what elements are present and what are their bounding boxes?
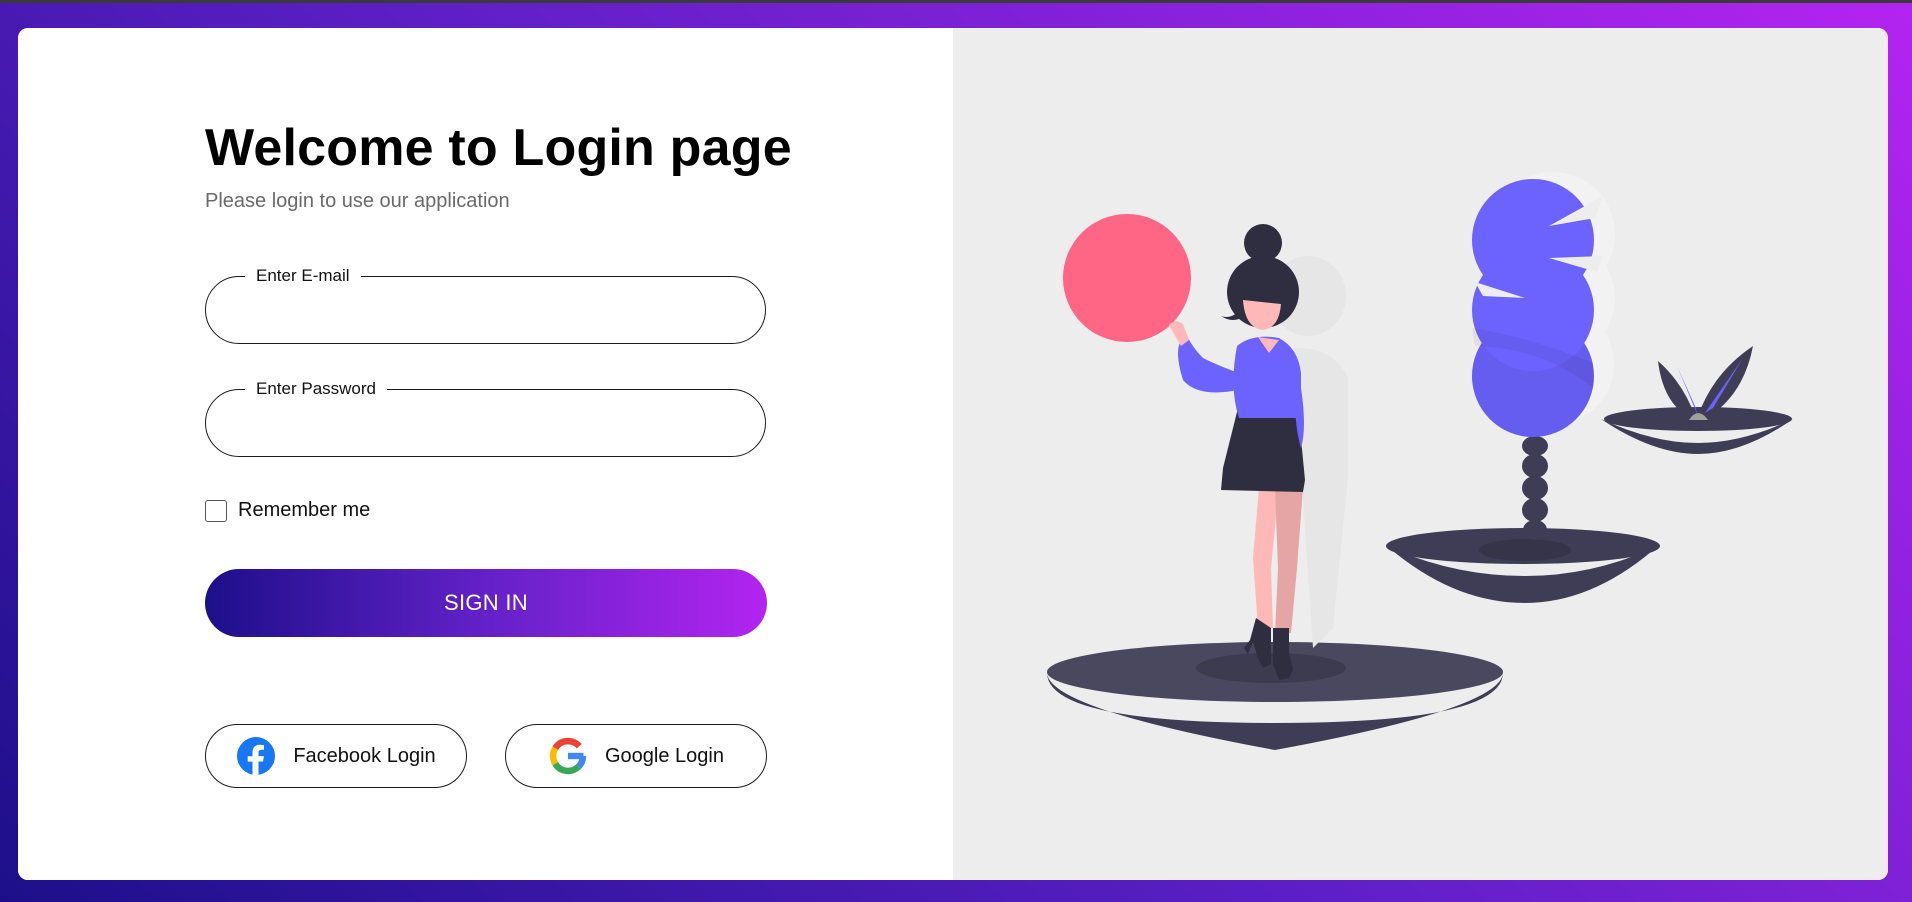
tree-trunk-icon <box>1522 436 1548 540</box>
google-login-label: Google Login <box>605 744 724 767</box>
facebook-login-label: Facebook Login <box>293 744 436 767</box>
remember-me[interactable]: Remember me <box>205 499 370 522</box>
email-input[interactable] <box>235 290 736 328</box>
email-field-label: Enter E-mail <box>256 266 350 285</box>
google-login-button[interactable]: Google Login <box>505 724 767 788</box>
woman-holding-ball-illustration <box>1046 172 1793 750</box>
facebook-icon <box>236 736 276 776</box>
password-input[interactable] <box>235 403 736 441</box>
page-title: Welcome to Login page <box>205 119 792 177</box>
window-top-border <box>0 0 1912 3</box>
illustration-panel <box>953 28 1888 880</box>
page-subtitle: Please login to use our application <box>205 190 510 212</box>
remember-me-label[interactable]: Remember me <box>238 499 370 522</box>
woman-figure-icon <box>1169 224 1305 680</box>
login-panel: Welcome to Login page Please login to us… <box>18 28 953 880</box>
password-field[interactable]: Enter Password <box>205 379 766 457</box>
facebook-login-button[interactable]: Facebook Login <box>205 724 467 788</box>
purple-tree-icon <box>1472 179 1603 437</box>
password-field-label: Enter Password <box>256 379 376 398</box>
email-field[interactable]: Enter E-mail <box>205 266 766 344</box>
login-card: Welcome to Login page Please login to us… <box>18 28 1888 880</box>
remember-me-checkbox[interactable] <box>205 499 227 522</box>
sign-in-button[interactable]: SIGN IN <box>205 569 767 637</box>
google-icon <box>548 736 588 776</box>
